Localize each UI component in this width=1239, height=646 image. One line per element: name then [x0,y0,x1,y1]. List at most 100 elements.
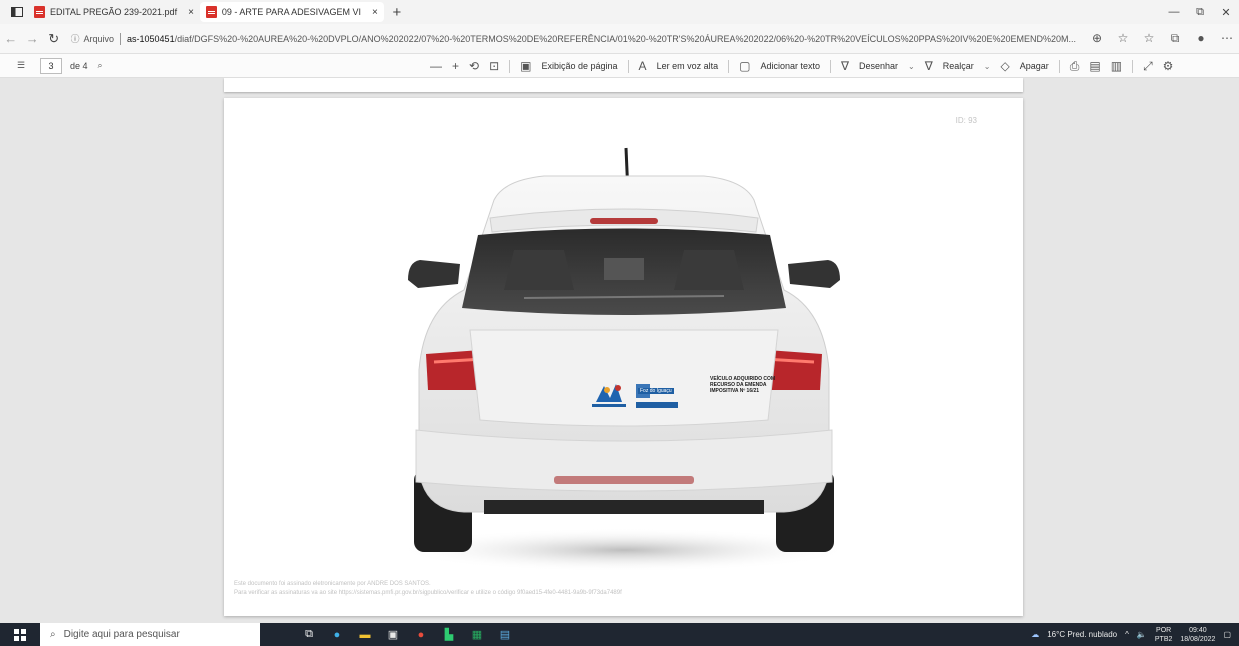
draw-button[interactable]: Desenhar [859,61,898,71]
tab-title: EDITAL PREGÃO 239-2021.pdf [50,7,178,17]
taskbar: ⌕ Digite aqui para pesquisar ⧉ ● ▬ ▣ ● ▙… [0,623,1239,646]
print-icon[interactable]: ⎙ [1070,59,1080,74]
taskbar-search[interactable]: ⌕ Digite aqui para pesquisar [40,623,260,646]
draw-icon: ∇ [840,59,850,73]
chevron-down-icon[interactable]: ⌄ [984,62,991,71]
language-indicator[interactable]: POR PTB2 [1155,626,1173,644]
erase-button[interactable]: Apagar [1020,61,1049,71]
tab-actions-icon[interactable] [6,2,28,22]
zoom-icon[interactable]: ⊕ [1085,31,1109,46]
weather-text[interactable]: 16°C Pred. nublado [1047,630,1117,639]
add-text-button[interactable]: Adicionar texto [760,61,820,71]
refresh-button[interactable]: ↻ [43,31,65,47]
file-explorer-icon[interactable]: ▬ [356,628,374,642]
zoom-in-icon[interactable]: + [452,59,459,73]
zoom-out-icon[interactable]: — [430,59,442,73]
notifications-icon[interactable]: ▢ [1223,630,1231,639]
divider [829,59,831,73]
close-window-button[interactable]: ✕ [1213,6,1239,19]
table-of-contents-icon[interactable]: ☰ [8,60,34,71]
read-aloud-icon: A [638,59,647,73]
highlight-button[interactable]: Realçar [943,61,974,71]
taskbar-apps: ⧉ ● ▬ ▣ ● ▙ ▦ ▤ [300,628,514,642]
read-mode-icon[interactable]: ☆ [1111,31,1135,46]
document-icon[interactable]: ▤ [496,628,514,642]
divider [509,59,511,73]
url-field[interactable]: ⓘ Arquivo as-1050451 /diaf/DGFS%20-%20AU… [71,28,1078,50]
edge-icon[interactable]: ● [328,628,346,642]
url-host: as-1050451 [127,33,175,44]
pdf-viewer[interactable]: ID: 93 VEÍCULO ADQUIRIDO COM RECURSO DA … [0,78,1239,623]
divider [1132,59,1134,73]
system-tray: ☁ 16°C Pred. nublado ^ 🔈 POR PTB2 09:40 … [1031,623,1239,646]
tab-edital[interactable]: EDITAL PREGÃO 239-2021.pdf × [28,2,200,22]
address-bar-actions: ⊕ ☆ ☆ ⧉ ● ⋯ [1085,31,1239,46]
search-placeholder: Digite aqui para pesquisar [63,629,180,640]
minimize-button[interactable]: — [1161,6,1187,18]
back-button[interactable]: ← [0,31,22,46]
eraser-icon: ◇ [1000,59,1010,73]
restore-button[interactable]: ⧉ [1187,6,1213,19]
page-number-input[interactable]: 3 [40,57,62,74]
add-text-icon: ▢ [739,59,751,73]
collections-icon[interactable]: ⧉ [1163,31,1187,46]
url-prefix: Arquivo [83,33,115,44]
fullscreen-icon[interactable]: ⤢ [1143,59,1153,74]
close-tab-icon[interactable]: × [188,7,194,18]
language-top: POR [1156,626,1172,634]
page-id-label: ID: 93 [955,116,977,125]
close-tab-icon[interactable]: × [372,7,378,18]
tab-arte-adesivagem[interactable]: 09 - ARTE PARA ADESIVAGEM VI × [199,2,384,22]
pdf-toolbar: ☰ 3 de 4 ⌕ — + ⟲ ⊡ ▣ Exibição de página … [0,54,1239,78]
favorites-icon[interactable]: ☆ [1137,31,1161,46]
save-as-icon[interactable]: ▥ [1111,59,1122,73]
sticker-text: VEÍCULO ADQUIRIDO COM RECURSO DA EMENDA … [710,376,775,394]
info-icon: ⓘ [70,34,80,44]
url-path: /diaf/DGFS%20-%20AUREA%20-%20DVPLO/ANO%2… [174,33,1077,44]
settings-icon[interactable]: ⚙ [1163,59,1174,73]
store-icon[interactable]: ▣ [384,628,402,642]
clock-date: 18/08/2022 [1180,635,1216,643]
save-icon[interactable]: ▤ [1089,59,1100,73]
app-icon[interactable]: ▙ [440,628,458,642]
forward-button[interactable]: → [22,31,44,46]
url-separator [120,32,122,45]
spreadsheet-icon[interactable]: ▦ [468,628,486,642]
pdf-file-icon [205,6,217,18]
read-aloud-button[interactable]: Ler em voz alta [657,61,719,71]
start-button[interactable] [0,628,40,641]
window-controls: — ⧉ ✕ [1161,0,1239,24]
new-tab-button[interactable]: + [388,4,406,21]
divider [627,59,629,73]
signature-line-2: Para verificar as assinaturas va ao site… [234,590,622,596]
divider [1058,59,1060,73]
divider [728,59,730,73]
windows-logo-icon [14,628,26,641]
more-icon[interactable]: ⋯ [1215,31,1239,46]
previous-page [224,78,1023,92]
address-bar-row: ← → ↻ ⓘ Arquivo as-1050451 /diaf/DGFS%20… [0,24,1239,54]
search-icon: ⌕ [50,629,56,640]
chrome-icon[interactable]: ● [412,628,430,642]
chevron-up-icon[interactable]: ^ [1125,630,1129,639]
rotate-icon[interactable]: ⟲ [469,59,479,73]
pdf-tools: — + ⟲ ⊡ ▣ Exibição de página A Ler em vo… [430,54,1173,78]
pdf-file-icon [34,6,45,18]
chevron-down-icon[interactable]: ⌄ [908,62,915,71]
profile-icon[interactable]: ● [1189,31,1213,46]
signature-line-1: Este documento foi assinado eletronicame… [234,581,431,587]
fit-page-icon[interactable]: ⊡ [489,59,499,73]
tab-title: 09 - ARTE PARA ADESIVAGEM VI [221,7,361,17]
task-view-icon[interactable]: ⧉ [300,628,318,642]
search-icon[interactable]: ⌕ [98,60,103,71]
page-view-button[interactable]: Exibição de página [541,61,617,71]
sticker-line-3: IMPOSITIVA Nº 16/21 [710,388,760,394]
clock[interactable]: 09:40 18/08/2022 [1180,626,1215,644]
highlight-icon: ∇ [924,59,933,73]
page-view-icon: ▣ [520,59,532,73]
clock-time: 09:40 [1189,626,1207,634]
pdf-page: ID: 93 VEÍCULO ADQUIRIDO COM RECURSO DA … [224,98,1023,616]
volume-icon[interactable]: 🔈 [1137,630,1147,639]
page-total: de 4 [70,60,88,71]
language-bottom: PTB2 [1154,635,1173,643]
